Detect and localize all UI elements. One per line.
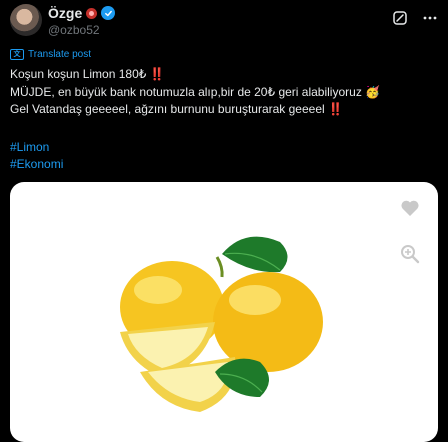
zoom-icon[interactable] [398,242,422,266]
hashtags: #Limon #Ekonomi [10,139,63,173]
post-text: Koşun koşun Limon 180₺ ‼️ MÜJDE, en büyü… [10,66,440,119]
post-text-line: Koşun koşun Limon 180₺ ‼️ [10,67,165,81]
post-media-image[interactable] [10,182,438,442]
verified-badge-icon [101,6,116,20]
post-text-line: Gel Vatandaş geeeeel, ağzını burnunu bur… [10,102,343,116]
author-name[interactable]: Özge [48,5,82,21]
lemon-stem [215,256,224,278]
post-text-line: MÜJDE, en büyük bank notumuzla alıp,bir … [10,84,381,99]
author-handle[interactable]: @ozbo52 [48,23,100,37]
translate-icon: 文 [10,49,24,60]
lemon-right [213,272,323,372]
hashtag-limon[interactable]: #Limon [10,139,63,156]
grok-icon[interactable] [392,10,408,26]
translate-label[interactable]: Translate post [28,49,91,60]
lemons-image [120,236,323,412]
post-actions-top [392,10,438,26]
author-name-row: Özge [48,5,116,21]
avatar[interactable] [10,4,42,36]
heart-icon[interactable] [398,196,422,220]
post-header: Özge @ozbo52 [10,4,438,44]
translate-post-link[interactable]: 文 Translate post [10,49,91,60]
red-flag-badge-icon [86,7,98,19]
leaf-top [222,236,288,273]
hashtag-ekonomi[interactable]: #Ekonomi [10,156,63,173]
more-icon[interactable] [422,10,438,26]
